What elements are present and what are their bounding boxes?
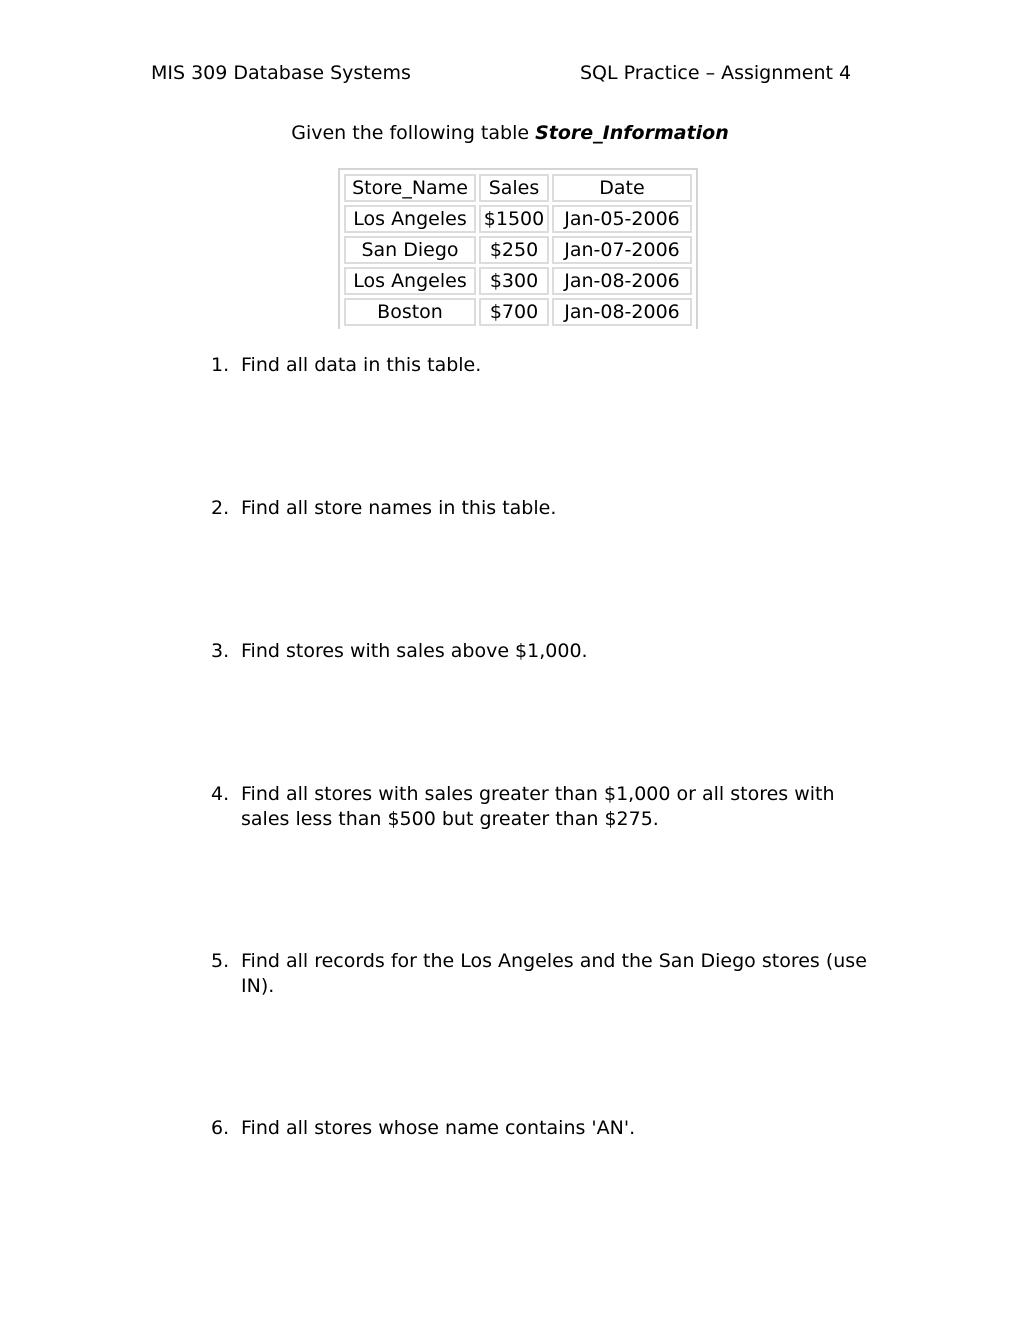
question-1: 1. Find all data in this table. bbox=[211, 353, 871, 378]
question-text: Find all store names in this table. bbox=[241, 497, 557, 519]
table-name: Store_Information bbox=[535, 122, 729, 144]
question-number: 3. bbox=[211, 640, 230, 662]
cell-sales: $300 bbox=[479, 267, 549, 295]
table-row: Boston $700 Jan-08-2006 bbox=[344, 298, 692, 326]
cell-date: Jan-07-2006 bbox=[552, 236, 692, 264]
cell-store-name: Boston bbox=[344, 298, 476, 326]
column-header-store-name: Store_Name bbox=[344, 174, 476, 202]
column-header-date: Date bbox=[552, 174, 692, 202]
assignment-title: SQL Practice – Assignment 4 bbox=[580, 62, 852, 84]
store-information-table-frame: Store_Name Sales Date Los Angeles $1500 … bbox=[338, 168, 698, 329]
question-number: 2. bbox=[211, 497, 230, 519]
cell-sales: $250 bbox=[479, 236, 549, 264]
intro-line: Given the following table Store_Informat… bbox=[0, 121, 1020, 145]
question-text: Find all data in this table. bbox=[241, 354, 482, 376]
course-title: MIS 309 Database Systems bbox=[151, 62, 411, 84]
cell-store-name: San Diego bbox=[344, 236, 476, 264]
question-6: 6. Find all stores whose name contains '… bbox=[211, 1116, 871, 1141]
question-number: 5. bbox=[211, 950, 230, 972]
question-number: 4. bbox=[211, 783, 230, 805]
question-text: Find all stores with sales greater than … bbox=[241, 783, 835, 830]
store-information-table: Store_Name Sales Date Los Angeles $1500 … bbox=[341, 171, 695, 329]
cell-date: Jan-08-2006 bbox=[552, 267, 692, 295]
question-text: Find all stores whose name contains 'AN'… bbox=[241, 1117, 636, 1139]
column-header-sales: Sales bbox=[479, 174, 549, 202]
question-5: 5. Find all records for the Los Angeles … bbox=[211, 949, 871, 998]
question-text: Find stores with sales above $1,000. bbox=[241, 640, 588, 662]
intro-text: Given the following table bbox=[291, 122, 536, 144]
question-number: 1. bbox=[211, 354, 230, 376]
table-row: Los Angeles $300 Jan-08-2006 bbox=[344, 267, 692, 295]
cell-date: Jan-05-2006 bbox=[552, 205, 692, 233]
question-2: 2. Find all store names in this table. bbox=[211, 496, 871, 521]
table-row: Los Angeles $1500 Jan-05-2006 bbox=[344, 205, 692, 233]
table-header-row: Store_Name Sales Date bbox=[344, 174, 692, 202]
question-number: 6. bbox=[211, 1117, 230, 1139]
question-4: 4. Find all stores with sales greater th… bbox=[211, 782, 871, 831]
table-row: San Diego $250 Jan-07-2006 bbox=[344, 236, 692, 264]
cell-sales: $1500 bbox=[479, 205, 549, 233]
cell-store-name: Los Angeles bbox=[344, 205, 476, 233]
cell-sales: $700 bbox=[479, 298, 549, 326]
question-3: 3. Find stores with sales above $1,000. bbox=[211, 639, 871, 664]
question-text: Find all records for the Los Angeles and… bbox=[241, 950, 867, 997]
cell-date: Jan-08-2006 bbox=[552, 298, 692, 326]
cell-store-name: Los Angeles bbox=[344, 267, 476, 295]
